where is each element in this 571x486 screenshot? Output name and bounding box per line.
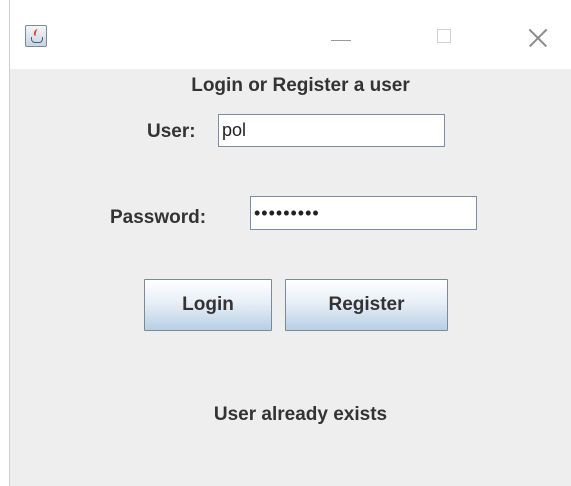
close-icon <box>526 26 550 50</box>
maximize-icon <box>437 29 451 43</box>
steam-shape <box>33 29 41 36</box>
password-label: Password: <box>110 207 207 228</box>
form-panel: Login or Register a user User: Password:… <box>10 69 571 486</box>
minimize-icon <box>331 40 351 41</box>
desktop-edge <box>0 0 9 486</box>
form-heading: Login or Register a user <box>191 75 410 96</box>
password-input[interactable] <box>250 196 477 230</box>
status-message: User already exists <box>213 404 388 425</box>
user-input[interactable] <box>218 114 445 147</box>
close-button[interactable] <box>515 18 561 58</box>
minimize-button[interactable] <box>318 18 364 58</box>
login-window: Login or Register a user User: Password:… <box>9 0 571 486</box>
user-label: User: <box>147 121 196 142</box>
cup-shape <box>31 37 43 43</box>
login-button[interactable]: Login <box>144 279 272 331</box>
java-cup-icon[interactable] <box>25 25 47 47</box>
title-bar[interactable] <box>10 0 571 69</box>
maximize-button[interactable] <box>421 18 467 58</box>
register-button[interactable]: Register <box>285 279 448 331</box>
